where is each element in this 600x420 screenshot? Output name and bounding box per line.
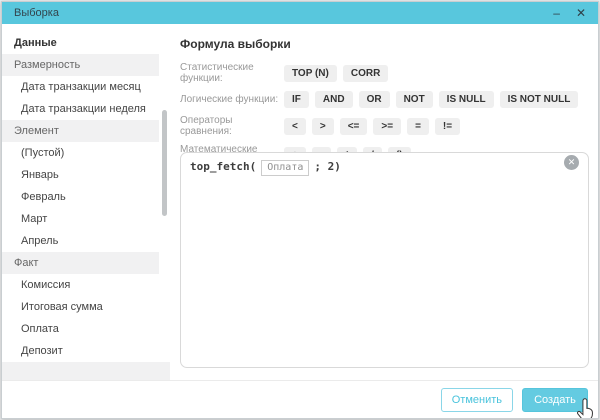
sidebar-bottom-strip xyxy=(2,362,170,380)
formula-prefix: top_fetch( xyxy=(190,160,256,173)
formula-editor[interactable]: top_fetch( Оплата ; 2) ✕ xyxy=(180,152,589,368)
func-button-gte[interactable]: >= xyxy=(373,118,401,135)
create-button[interactable]: Создать xyxy=(522,388,588,412)
func-button-eq[interactable]: = xyxy=(407,118,429,135)
tree-item-march[interactable]: Март xyxy=(2,208,159,230)
tree-item-payment[interactable]: Оплата xyxy=(2,318,159,340)
func-button-and[interactable]: AND xyxy=(315,91,353,108)
func-button-is-null[interactable]: IS NULL xyxy=(439,91,494,108)
formula-suffix: ; 2) xyxy=(314,160,341,173)
dialog-footer: Отменить Создать xyxy=(2,380,598,418)
window-controls: – ✕ xyxy=(553,2,586,24)
data-tree-panel: Данные Размерность Дата транзакции месяц… xyxy=(2,24,170,380)
func-button-neq[interactable]: != xyxy=(435,118,460,135)
group-logical-functions: Логические функции: IF AND OR NOT IS NUL… xyxy=(180,91,588,108)
tree-item-total-sum[interactable]: Итоговая сумма xyxy=(2,296,159,318)
cancel-button[interactable]: Отменить xyxy=(441,388,513,412)
tree-item-transaction-week[interactable]: Дата транзакции неделя xyxy=(2,98,159,120)
formula-panel: Формула выборки Статистические функции: … xyxy=(170,24,598,380)
func-button-lte[interactable]: <= xyxy=(340,118,368,135)
func-button-not[interactable]: NOT xyxy=(396,91,433,108)
func-button-is-not-null[interactable]: IS NOT NULL xyxy=(500,91,579,108)
clear-formula-icon[interactable]: ✕ xyxy=(564,155,579,170)
func-button-corr[interactable]: CORR xyxy=(343,65,388,82)
formula-expression: top_fetch( Оплата ; 2) xyxy=(181,153,588,183)
data-tree: Данные Размерность Дата транзакции месяц… xyxy=(2,24,170,362)
tree-item-april[interactable]: Апрель xyxy=(2,230,159,252)
selection-dialog: Выборка – ✕ Данные Размерность Дата тран… xyxy=(1,1,599,419)
func-button-if[interactable]: IF xyxy=(284,91,309,108)
tree-item-deposit[interactable]: Депозит xyxy=(2,340,159,362)
tree-item-empty[interactable]: (Пустой) xyxy=(2,142,159,164)
window-titlebar: Выборка – ✕ xyxy=(2,2,598,24)
tree-item-transaction-month[interactable]: Дата транзакции месяц xyxy=(2,76,159,98)
group-statistical-functions: Статистические функции: TOP (N) CORR xyxy=(180,62,588,84)
tree-item-february[interactable]: Февраль xyxy=(2,186,159,208)
field-chip-payment[interactable]: Оплата xyxy=(261,160,309,176)
group-label-logical: Логические функции: xyxy=(180,94,284,105)
close-icon[interactable]: ✕ xyxy=(576,2,586,24)
tree-section-fact[interactable]: Факт xyxy=(2,252,159,274)
tree-section-element[interactable]: Элемент xyxy=(2,120,159,142)
func-button-or[interactable]: OR xyxy=(359,91,390,108)
minimize-icon[interactable]: – xyxy=(553,2,560,24)
tree-section-dimension[interactable]: Размерность xyxy=(2,54,159,76)
formula-panel-title: Формула выборки xyxy=(180,38,588,50)
tree-item-commission[interactable]: Комиссия xyxy=(2,274,159,296)
tree-root-data[interactable]: Данные xyxy=(2,32,159,54)
sidebar-scrollbar[interactable] xyxy=(162,110,167,216)
window-title: Выборка xyxy=(14,7,59,19)
group-label-statistical: Статистические функции: xyxy=(180,62,284,84)
func-button-gt[interactable]: > xyxy=(312,118,334,135)
tree-item-january[interactable]: Январь xyxy=(2,164,159,186)
group-comparison-operators: Операторы сравнения: < > <= >= = != xyxy=(180,115,588,137)
func-button-lt[interactable]: < xyxy=(284,118,306,135)
func-button-top-n[interactable]: TOP (N) xyxy=(284,65,337,82)
group-label-comparison: Операторы сравнения: xyxy=(180,115,284,137)
